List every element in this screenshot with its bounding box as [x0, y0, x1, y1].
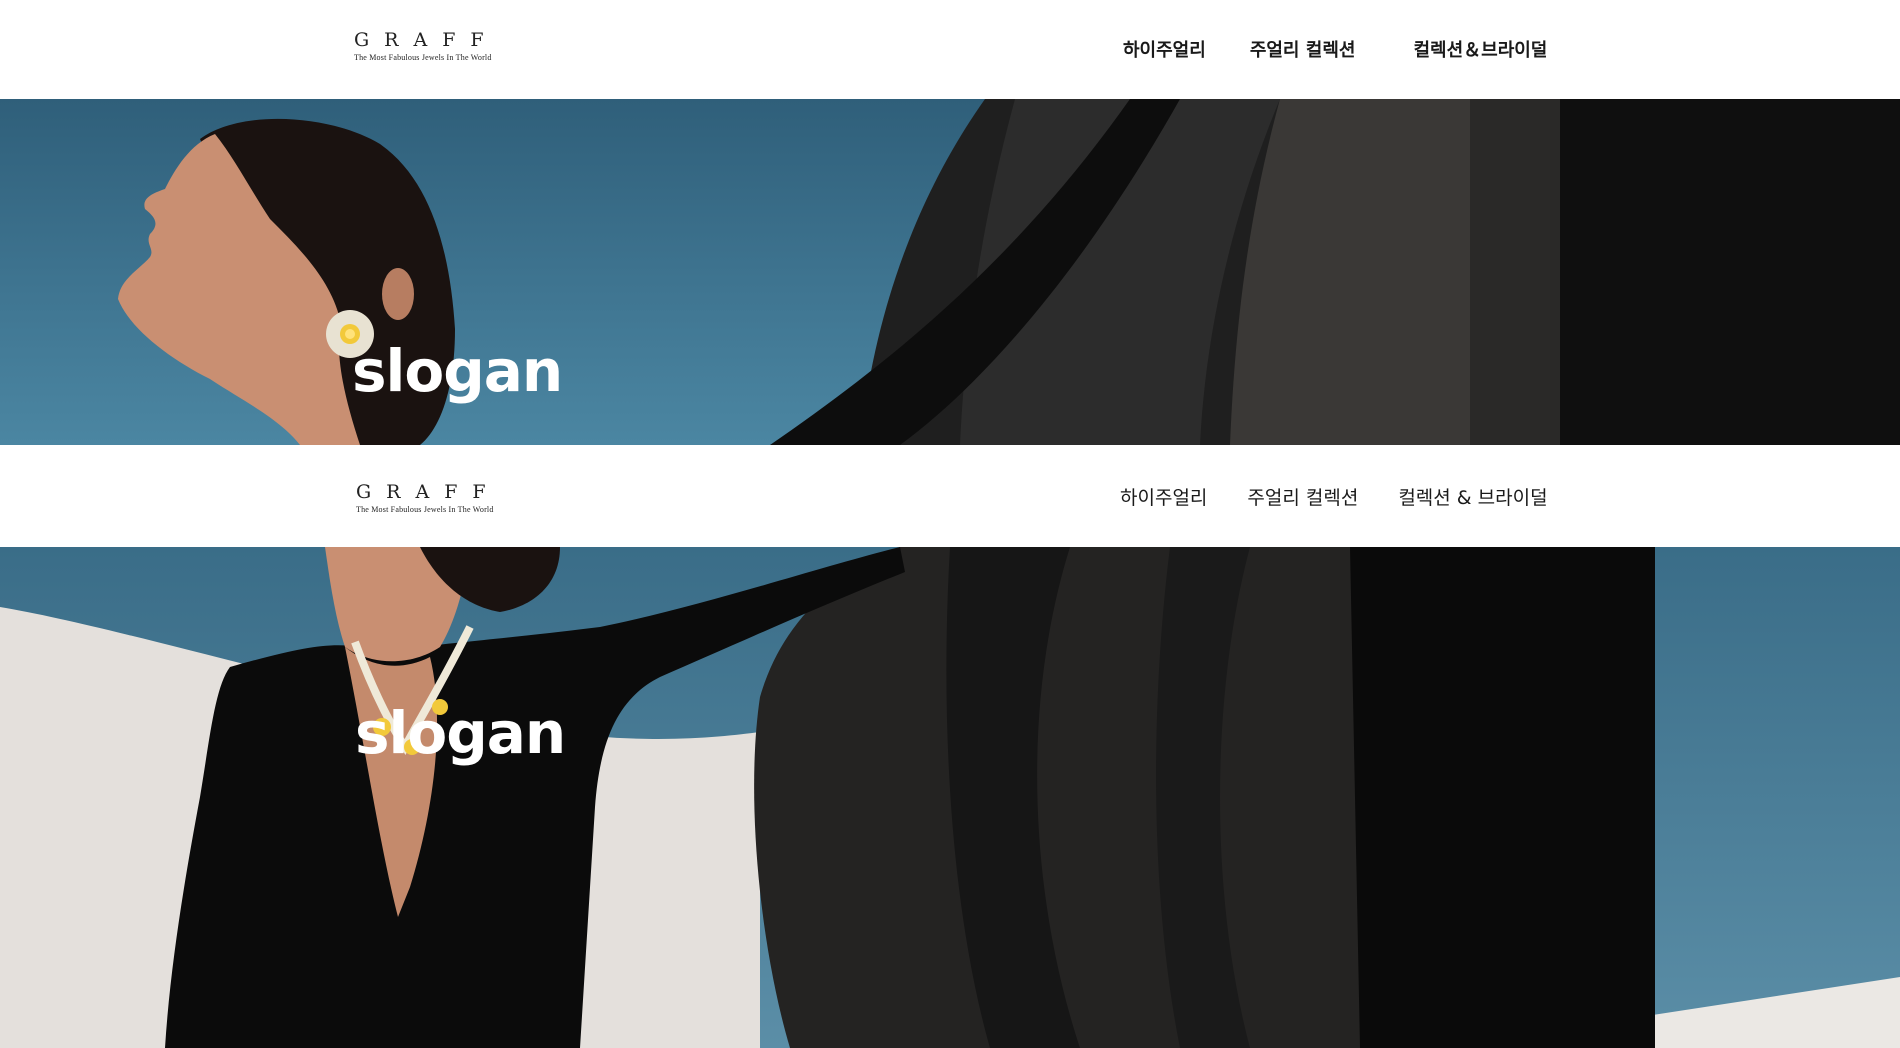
top-header: GRAFF The Most Fabulous Jewels In The Wo…	[0, 0, 1900, 99]
nav-item-high-jewellery[interactable]: 하이주얼리	[1120, 483, 1207, 510]
sticky-header	[0, 445, 1900, 547]
graff-logo[interactable]: GRAFF The Most Fabulous Jewels In The Wo…	[354, 29, 499, 63]
main-nav-secondary: 하이주얼리 주얼리 컬렉션 컬렉션 & 브라이덜	[1120, 483, 1548, 510]
hero-slogan: slogan	[352, 337, 563, 405]
logo-tagline: The Most Fabulous Jewels In The World	[354, 53, 492, 62]
logo-tagline: The Most Fabulous Jewels In The World	[356, 505, 494, 514]
hero-banner-bottom: slogan	[0, 547, 1900, 1048]
nav-item-collection-bridal[interactable]: 컬렉션＆브라이덜	[1413, 36, 1547, 62]
main-nav: 하이주얼리 주얼리 컬렉션 컬렉션＆브라이덜	[1123, 36, 1547, 62]
nav-item-collection-bridal[interactable]: 컬렉션 & 브라이덜	[1398, 483, 1547, 510]
hero-banner-top: slogan	[0, 99, 1900, 445]
hero-slogan: slogan	[355, 699, 566, 767]
nav-item-jewellery-collection[interactable]: 주얼리 컬렉션	[1247, 483, 1358, 510]
graff-logo-secondary[interactable]: GRAFF The Most Fabulous Jewels In The Wo…	[356, 481, 501, 515]
page: GRAFF The Most Fabulous Jewels In The Wo…	[0, 0, 1900, 1048]
hero-bottom-photo	[0, 547, 1900, 1048]
nav-item-jewellery-collection[interactable]: 주얼리 컬렉션	[1250, 36, 1356, 62]
logo-wordmark: GRAFF	[354, 29, 499, 51]
nav-item-high-jewellery[interactable]: 하이주얼리	[1123, 36, 1206, 62]
logo-wordmark: GRAFF	[356, 481, 501, 503]
hero-top-photo	[118, 99, 1900, 445]
